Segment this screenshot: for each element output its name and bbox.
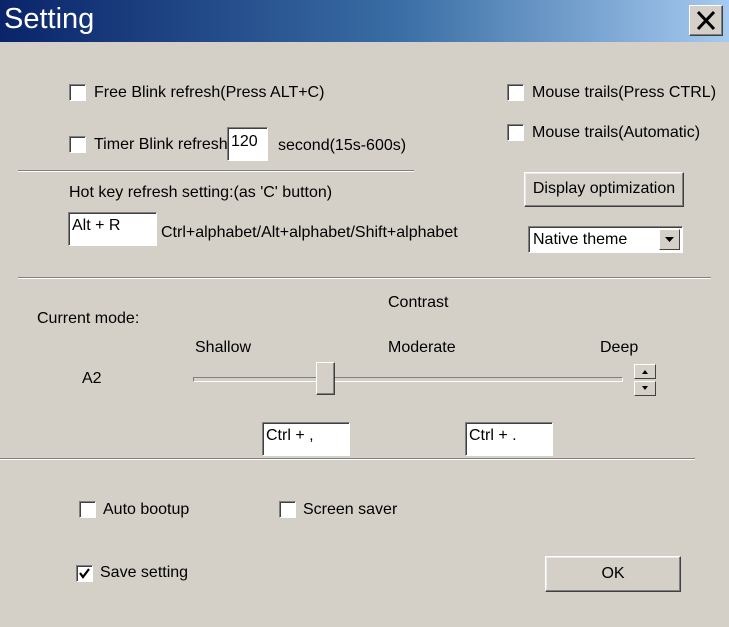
spin-up-button[interactable] <box>634 364 656 379</box>
mouse-trails-auto-label: Mouse trails(Automatic) <box>532 124 701 141</box>
check-icon <box>79 568 90 579</box>
contrast-slider-track[interactable] <box>193 377 623 382</box>
separator <box>0 458 695 460</box>
moderate-label: Moderate <box>388 339 456 356</box>
auto-bootup-checkbox[interactable] <box>79 501 96 518</box>
mouse-trails-ctrl-label: Mouse trails(Press CTRL) <box>532 84 717 101</box>
shallow-label: Shallow <box>195 339 252 356</box>
save-setting-checkbox[interactable] <box>76 565 93 582</box>
arrow-up-icon <box>642 370 648 374</box>
ok-button[interactable]: OK <box>545 556 681 592</box>
timer-seconds-input[interactable]: 120 <box>227 127 268 161</box>
chevron-down-icon <box>665 237 674 242</box>
display-optimization-button[interactable]: Display optimization <box>524 172 684 207</box>
hotkey-label: Hot key refresh setting:(as 'C' button) <box>69 184 333 201</box>
auto-bootup-label: Auto bootup <box>103 501 190 518</box>
screen-saver-label: Screen saver <box>303 501 398 518</box>
shortcut-decrease-input[interactable]: Ctrl + , <box>262 422 350 456</box>
timer-blink-checkbox[interactable] <box>69 136 86 153</box>
current-mode-value: A2 <box>82 370 102 387</box>
hotkey-input[interactable]: Alt + R <box>68 212 157 246</box>
mouse-trails-auto-checkbox[interactable] <box>507 124 524 141</box>
timer-blink-label: Timer Blink refresh <box>94 136 228 153</box>
free-blink-checkbox[interactable] <box>69 84 86 101</box>
mouse-trails-ctrl-checkbox[interactable] <box>507 84 524 101</box>
separator <box>18 170 414 172</box>
screen-saver-checkbox[interactable] <box>279 501 296 518</box>
close-button[interactable] <box>689 5 723 36</box>
arrow-down-icon <box>642 386 648 390</box>
timer-blink-suffix: second(15s-600s) <box>278 137 407 154</box>
free-blink-label: Free Blink refresh(Press ALT+C) <box>94 84 325 101</box>
window-title: Setting <box>4 3 95 35</box>
theme-select-value: Native theme <box>533 231 628 248</box>
title-bar: Setting <box>0 0 729 42</box>
spin-down-button[interactable] <box>634 381 656 396</box>
close-icon <box>696 10 716 31</box>
theme-dropdown-button[interactable] <box>659 229 680 250</box>
contrast-slider-thumb[interactable] <box>316 362 335 395</box>
current-mode-label: Current mode: <box>37 310 140 327</box>
theme-select[interactable]: Native theme <box>528 226 683 253</box>
shortcut-increase-input[interactable]: Ctrl + . <box>465 422 553 456</box>
deep-label: Deep <box>600 339 639 356</box>
save-setting-label: Save setting <box>100 564 189 581</box>
separator <box>18 277 711 279</box>
contrast-title: Contrast <box>388 294 449 311</box>
hotkey-hint: Ctrl+alphabet/Alt+alphabet/Shift+alphabe… <box>161 224 458 241</box>
